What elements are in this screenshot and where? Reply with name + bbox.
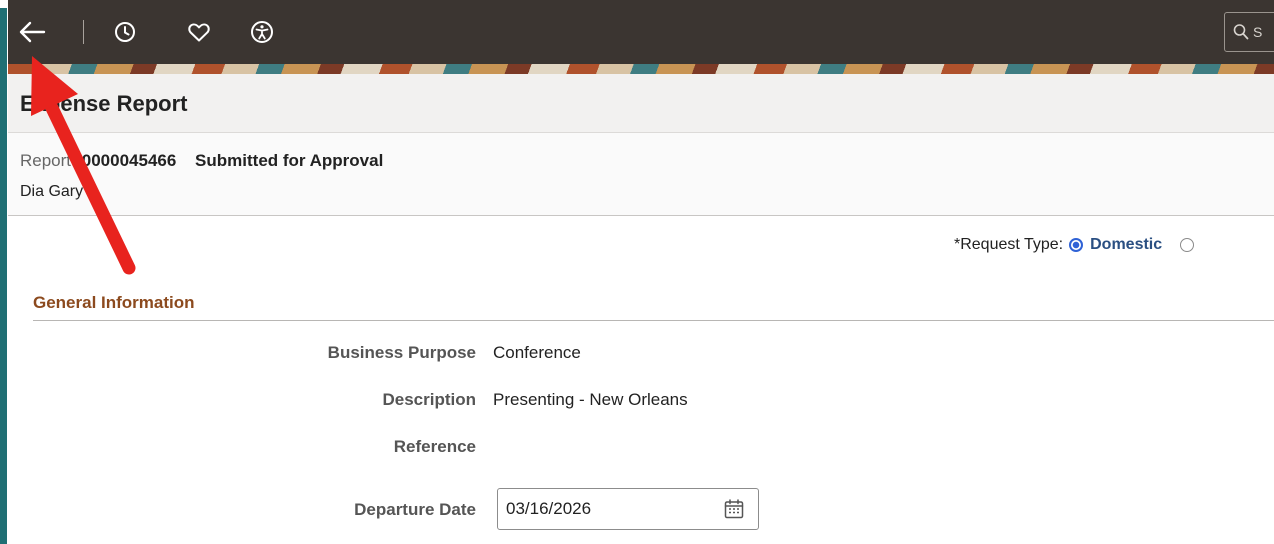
clock-icon <box>115 22 135 42</box>
calendar-icon <box>724 499 744 519</box>
departure-date-field <box>497 488 759 530</box>
radio-domestic[interactable] <box>1069 238 1084 252</box>
calendar-button[interactable] <box>722 497 746 521</box>
request-type-label: *Request Type: <box>954 236 1064 253</box>
report-number: 0000045466 <box>81 151 177 170</box>
heart-icon <box>188 23 210 42</box>
accent-stripe <box>0 8 7 544</box>
radio-second-option[interactable] <box>1180 238 1195 252</box>
departure-date-label: Departure Date <box>354 500 476 519</box>
business-purpose-label: Business Purpose <box>327 343 476 362</box>
app-window: Expense Report Report 0000045466 Submitt… <box>8 0 1274 544</box>
departure-date-input[interactable] <box>506 499 706 519</box>
global-search-box[interactable] <box>1224 12 1274 52</box>
back-button[interactable] <box>16 16 48 48</box>
employee-name: Dia Gary <box>20 183 84 200</box>
report-summary: Report 0000045466 Submitted for Approval <box>20 151 383 171</box>
accessibility-button[interactable] <box>246 16 278 48</box>
section-title-general-information: General Information <box>33 293 195 312</box>
description-label: Description <box>382 390 476 409</box>
arrow-left-icon <box>19 21 46 43</box>
top-navigation-bar <box>8 0 1274 64</box>
report-label: Report <box>20 151 72 170</box>
page-title-bar: Expense Report <box>8 74 1274 133</box>
global-search-input[interactable] <box>1249 24 1274 40</box>
decorative-banner <box>8 64 1274 74</box>
recent-places-button[interactable] <box>109 16 141 48</box>
report-header: Report 0000045466 Submitted for Approval… <box>8 133 1274 216</box>
request-type-group: *Request Type: Domestic <box>954 233 1195 257</box>
page-title: Expense Report <box>20 91 188 116</box>
reference-label: Reference <box>393 437 476 456</box>
radio-domestic-label[interactable]: Domestic <box>1090 236 1162 254</box>
report-status: Submitted for Approval <box>195 151 384 170</box>
description-value: Presenting - New Orleans <box>493 390 688 409</box>
favorites-button[interactable] <box>183 16 215 48</box>
business-purpose-value: Conference <box>493 343 581 362</box>
accessibility-icon <box>251 21 273 43</box>
search-icon <box>1233 24 1249 40</box>
section-divider <box>33 320 1274 321</box>
toolbar-divider <box>83 20 84 44</box>
